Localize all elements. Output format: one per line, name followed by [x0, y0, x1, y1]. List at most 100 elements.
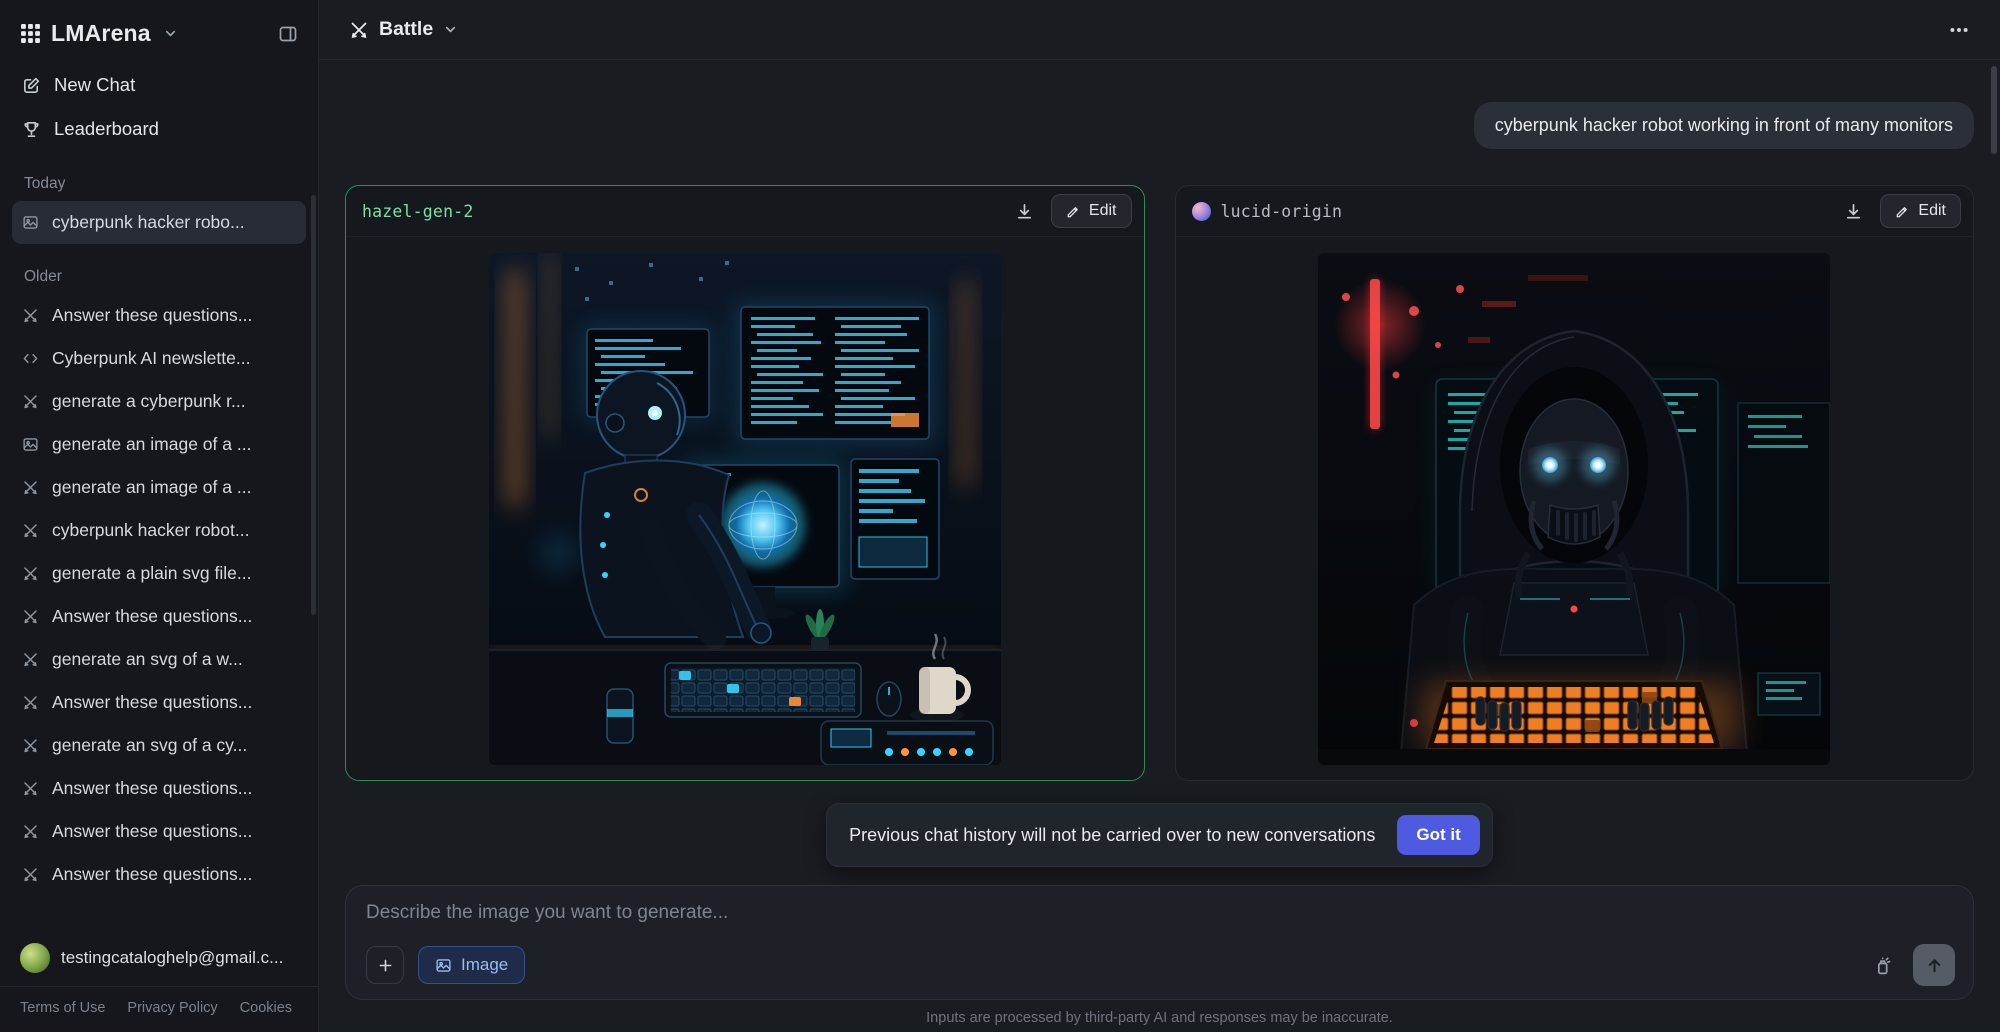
sidebar-chat-item[interactable]: Answer these questions...: [12, 853, 306, 896]
battle-icon: [22, 608, 39, 625]
overflow-menu-icon[interactable]: [1948, 19, 1970, 41]
result-body-left: [346, 237, 1144, 780]
chat-title: Answer these questions...: [52, 821, 252, 842]
composer: Image: [345, 885, 1974, 1000]
arrow-up-icon: [1925, 956, 1944, 975]
leaderboard-button[interactable]: Leaderboard: [12, 107, 306, 151]
sidebar-chat-item[interactable]: generate an svg of a w...: [12, 638, 306, 681]
result-actions-left: Edit: [1008, 194, 1132, 228]
cookies-link[interactable]: Cookies: [240, 1000, 292, 1016]
prompt-input[interactable]: [366, 902, 1955, 944]
battle-icon: [22, 651, 39, 668]
sidebar-chat-item[interactable]: generate an image of a ...: [12, 466, 306, 509]
chat-title: Answer these questions...: [52, 778, 252, 799]
image-icon: [435, 957, 452, 974]
chat-title: generate an image of a ...: [52, 477, 251, 498]
avatar: [20, 943, 50, 973]
sidebar-chat-item[interactable]: cyberpunk hacker robo...: [12, 201, 306, 244]
sidebar-chat-item[interactable]: generate an image of a ...: [12, 423, 306, 466]
chevron-down-icon: [163, 26, 178, 41]
main-area: Battle cyberpunk hacker robot working in…: [319, 0, 2000, 1032]
sidebar-chat-item[interactable]: cyberpunk hacker robot...: [12, 509, 306, 552]
trophy-icon: [22, 120, 41, 139]
model-name-left: hazel-gen-2: [362, 202, 473, 221]
code-icon: [22, 350, 39, 367]
section-label-today: Today: [0, 151, 318, 201]
sidebar-chat-item[interactable]: generate an svg of a cy...: [12, 724, 306, 767]
battle-icon: [22, 479, 39, 496]
edit-label: Edit: [1089, 202, 1117, 220]
battle-icon: [22, 307, 39, 324]
composer-toolbar: Image: [366, 944, 1955, 986]
app-logo[interactable]: LMArena: [20, 20, 178, 47]
got-it-button[interactable]: Got it: [1397, 815, 1479, 855]
sidebar-chat-item[interactable]: Answer these questions...: [12, 767, 306, 810]
disclaimer-text: Inputs are processed by third-party AI a…: [345, 1010, 1974, 1032]
new-chat-label: New Chat: [54, 74, 135, 96]
send-button[interactable]: [1913, 944, 1955, 986]
battle-icon: [22, 565, 39, 582]
user-message-row: cyberpunk hacker robot working in front …: [345, 102, 1974, 149]
pencil-icon: [1066, 204, 1081, 219]
sidebar-scrollbar[interactable]: [311, 195, 316, 615]
chat-title: Answer these questions...: [52, 864, 252, 885]
result-body-right: [1176, 237, 1974, 780]
toast-message: Previous chat history will not be carrie…: [849, 825, 1375, 846]
generated-image-lucid[interactable]: [1318, 253, 1830, 765]
battle-icon: [349, 20, 369, 40]
sidebar-chat-item[interactable]: Answer these questions...: [12, 595, 306, 638]
grid-logo-icon: [20, 23, 41, 44]
app-name: LMArena: [51, 20, 151, 47]
download-icon[interactable]: [1008, 195, 1041, 228]
battle-icon: [22, 780, 39, 797]
leaderboard-label: Leaderboard: [54, 118, 159, 140]
chat-title: generate a plain svg file...: [52, 563, 251, 584]
sidebar-chat-item[interactable]: generate a plain svg file...: [12, 552, 306, 595]
sidebar-chat-item[interactable]: generate a cyberpunk r...: [12, 380, 306, 423]
chat-title: Answer these questions...: [52, 305, 252, 326]
chat-title: generate an svg of a cy...: [52, 735, 247, 756]
sidebar: LMArena New Chat Leaderboard Today: [0, 0, 319, 1032]
attach-button[interactable]: [366, 946, 404, 984]
chat-content: cyberpunk hacker robot working in front …: [319, 60, 2000, 1032]
chat-title: Cyberpunk AI newslette...: [52, 348, 250, 369]
image-button-label: Image: [461, 955, 508, 975]
chat-title: generate a cyberpunk r...: [52, 391, 246, 412]
sidebar-chat-item[interactable]: Answer these questions...: [12, 810, 306, 853]
image-icon: [22, 436, 39, 453]
new-chat-button[interactable]: New Chat: [12, 63, 306, 107]
topbar: Battle: [319, 0, 2000, 60]
model-name-right: lucid-origin: [1221, 202, 1343, 221]
sidebar-collapse-icon[interactable]: [278, 24, 298, 44]
sidebar-chat-item[interactable]: Answer these questions...: [12, 294, 306, 337]
battle-icon: [22, 522, 39, 539]
sidebar-header: LMArena: [0, 0, 318, 61]
edit-button-right[interactable]: Edit: [1880, 194, 1961, 228]
result-actions-right: Edit: [1837, 194, 1961, 228]
chat-title: generate an image of a ...: [52, 434, 251, 455]
image-mode-button[interactable]: Image: [418, 946, 525, 984]
plus-icon: [377, 957, 394, 974]
chat-title: Answer these questions...: [52, 606, 252, 627]
privacy-link[interactable]: Privacy Policy: [127, 1000, 217, 1016]
sidebar-chat-item[interactable]: Cyberpunk AI newslette...: [12, 337, 306, 380]
chevron-down-icon: [443, 22, 458, 37]
generated-image-hazel[interactable]: [489, 253, 1001, 765]
toast-row: Previous chat history will not be carrie…: [345, 803, 1974, 867]
sidebar-nav: New Chat Leaderboard: [0, 61, 318, 151]
sidebar-bottom: testingcataloghelp@gmail.c... Terms of U…: [0, 930, 318, 1032]
scrollbar-thumb[interactable]: [1991, 66, 1997, 154]
edit-button-left[interactable]: Edit: [1051, 194, 1132, 228]
user-message-bubble: cyberpunk hacker robot working in front …: [1474, 102, 1974, 149]
account-button[interactable]: testingcataloghelp@gmail.c...: [0, 930, 318, 986]
battle-icon: [22, 694, 39, 711]
battle-results: hazel-gen-2 Edit: [345, 185, 1974, 781]
mode-selector[interactable]: Battle: [349, 18, 458, 41]
spray-icon[interactable]: [1866, 949, 1899, 982]
download-icon[interactable]: [1837, 195, 1870, 228]
chat-title: Answer these questions...: [52, 692, 252, 713]
section-label-older: Older: [0, 244, 318, 294]
image-icon: [22, 214, 39, 231]
terms-link[interactable]: Terms of Use: [20, 1000, 105, 1016]
sidebar-chat-item[interactable]: Answer these questions...: [12, 681, 306, 724]
